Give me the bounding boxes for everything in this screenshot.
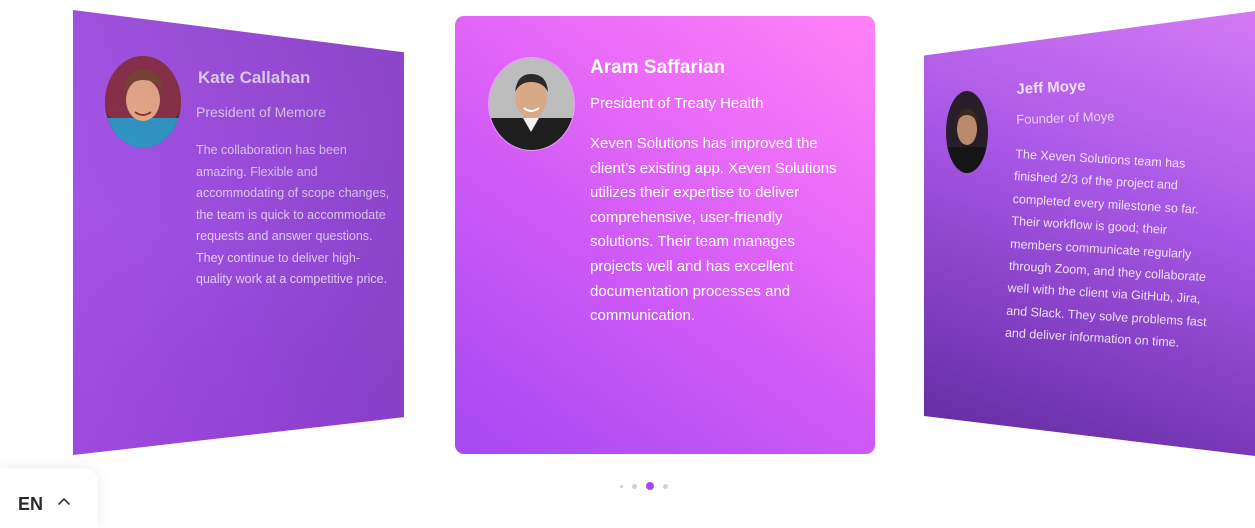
- testimonial-card-jeff-moye[interactable]: Jeff Moye Founder of Moye The Xeven Solu…: [924, 11, 1255, 456]
- pagination-dot-2[interactable]: [632, 483, 637, 489]
- testimonial-quote: The collaboration has been amazing. Flex…: [196, 143, 390, 286]
- pagination-dot-3-active[interactable]: [646, 482, 654, 490]
- pagination-dot-1[interactable]: [620, 484, 623, 488]
- testimonial-carousel[interactable]: Kate Callahan President of Memore The co…: [0, 0, 1255, 470]
- testimonial-name: Aram Saffarian: [590, 57, 726, 78]
- pagination-dot-4[interactable]: [663, 483, 668, 489]
- avatar-aram-saffarian: [488, 57, 575, 151]
- testimonial-card-kate-callahan[interactable]: Kate Callahan President of Memore The co…: [73, 10, 404, 455]
- testimonial-role: President of Treaty Health: [590, 95, 764, 112]
- avatar-kate-callahan: [105, 56, 181, 148]
- language-code: EN: [18, 494, 44, 514]
- testimonial-role: Founder of Moye: [1016, 108, 1115, 127]
- testimonial-quote: The Xeven Solutions team has finished 2/…: [1004, 146, 1207, 350]
- testimonial-quote: Xeven Solutions has improved the client’…: [590, 135, 837, 325]
- chevron-up-icon: [57, 495, 71, 509]
- avatar-jeff-moye: [946, 91, 988, 173]
- testimonial-role: President of Memore: [196, 104, 326, 120]
- testimonial-name: Jeff Moye: [1016, 77, 1086, 98]
- carousel-pagination: [620, 481, 668, 491]
- testimonial-name: Kate Callahan: [198, 68, 311, 87]
- language-switcher[interactable]: EN: [0, 468, 98, 528]
- testimonial-card-aram-saffarian[interactable]: Aram Saffarian President of Treaty Healt…: [455, 16, 875, 454]
